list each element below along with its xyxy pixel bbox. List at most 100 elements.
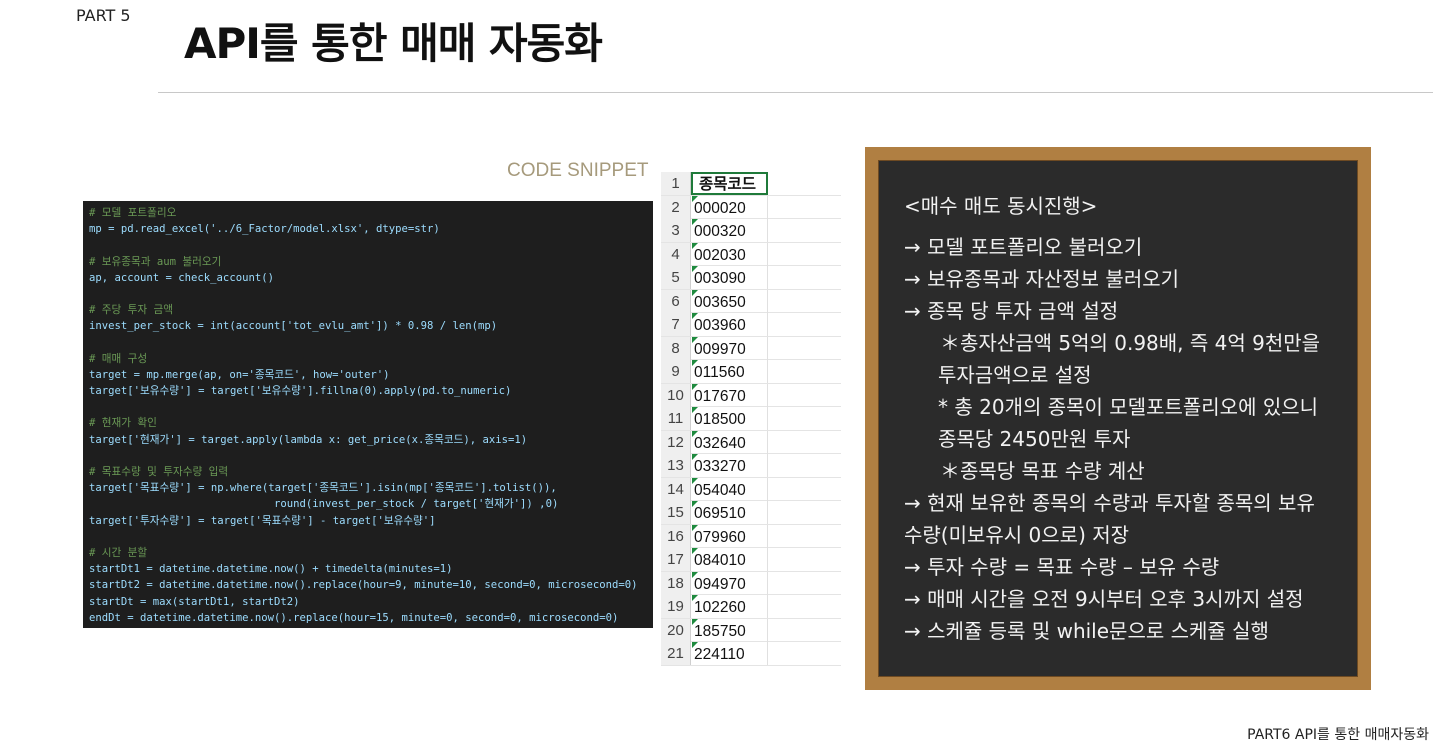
code-panel: # 모델 포트폴리오 mp = pd.read_excel('../6_Facto… bbox=[83, 201, 653, 628]
blackboard-line: → 스케쥴 등록 및 while문으로 스케쥴 실행 bbox=[904, 619, 1269, 643]
blackboard-line: → 현재 보유한 종목의 수량과 투자할 종목의 보유 bbox=[904, 491, 1315, 515]
blackboard: <매수 매도 동시진행> → 모델 포트폴리오 불러오기 → 보유종목과 자산정보 … bbox=[865, 147, 1371, 690]
code-cell[interactable]: 224110 bbox=[691, 642, 768, 665]
table-row: 14 054040 bbox=[661, 477, 841, 501]
code-cell[interactable]: 003090 bbox=[691, 266, 768, 289]
table-row: 7 003960 bbox=[661, 313, 841, 337]
blackboard-line: * 총 20개의 종목이 모델포트폴리오에 있으니 bbox=[938, 395, 1319, 419]
table-row: 1 종목코드 bbox=[661, 172, 841, 196]
text-number-indicator-icon bbox=[692, 242, 698, 249]
code-cell[interactable]: 000020 bbox=[691, 195, 768, 219]
table-row: 9 011560 bbox=[661, 360, 841, 384]
row-number: 3 bbox=[661, 219, 691, 242]
code-cell[interactable]: 069510 bbox=[691, 501, 768, 524]
table-row: 21 224110 bbox=[661, 642, 841, 666]
code-cell[interactable]: 002030 bbox=[691, 242, 768, 266]
code-cell[interactable]: 003650 bbox=[691, 289, 768, 313]
code-comment-line: # 주당 투자 금액 bbox=[89, 304, 173, 317]
table-row: 8 009970 bbox=[661, 336, 841, 360]
code-cell-value: 000020 bbox=[694, 199, 746, 217]
code-cell[interactable]: 018500 bbox=[691, 407, 768, 430]
code-cell[interactable]: 054040 bbox=[691, 477, 768, 501]
text-number-indicator-icon bbox=[692, 477, 698, 484]
row-number: 14 bbox=[661, 477, 691, 501]
code-cell[interactable]: 094970 bbox=[691, 571, 768, 595]
code-cell-value: 011560 bbox=[694, 364, 745, 381]
table-row: 6 003650 bbox=[661, 289, 841, 313]
code-cell[interactable]: 017670 bbox=[691, 383, 768, 407]
table-row: 12 032640 bbox=[661, 430, 841, 454]
part-label: PART 5 bbox=[76, 6, 131, 25]
row-number: 15 bbox=[661, 501, 691, 524]
table-row: 2 000020 bbox=[661, 195, 841, 219]
code-cell[interactable]: 009970 bbox=[691, 336, 768, 360]
row-number: 19 bbox=[661, 595, 691, 618]
title-divider bbox=[158, 92, 1433, 93]
code-cell[interactable]: 084010 bbox=[691, 548, 768, 571]
code-line: target = mp.merge(ap, on='종목코드', how='ou… bbox=[89, 368, 390, 381]
code-comment-line: # 시간 분할 bbox=[89, 546, 148, 559]
text-number-indicator-icon bbox=[692, 360, 698, 366]
blackboard-line: → 종목 당 투자 금액 설정 bbox=[904, 299, 1119, 323]
code-line: startDt = max(startDt1, startDt2) bbox=[89, 595, 300, 608]
row-number: 20 bbox=[661, 618, 691, 642]
code-cell[interactable]: 102260 bbox=[691, 595, 768, 618]
footer-caption: PART6 API를 통한 매매자동화 bbox=[1247, 727, 1429, 743]
code-line: startDt2 = datetime.datetime.now().repla… bbox=[89, 579, 638, 592]
row-number: 6 bbox=[661, 289, 691, 313]
code-snippet-label: CODE SNIPPET bbox=[507, 160, 649, 181]
code-cell[interactable]: 011560 bbox=[691, 360, 768, 383]
code-line: target['목표수량'] = np.where(target['종목코드']… bbox=[89, 482, 557, 495]
code-cell-value: 000320 bbox=[694, 223, 746, 240]
code-comment-line: # 매매 구성 bbox=[89, 352, 148, 365]
row-number: 4 bbox=[661, 242, 691, 266]
code-comment-line: # 현재가 확인 bbox=[89, 417, 157, 430]
blackboard-line: ＊종목당 목표 수량 계산 bbox=[940, 459, 1145, 483]
code-line: target['보유수량'] = target['보유수량'].fillna(0… bbox=[89, 385, 512, 398]
code-cell-value: 032640 bbox=[694, 434, 746, 452]
table-row: 15 069510 bbox=[661, 501, 841, 525]
blackboard-line: 종목당 2450만원 투자 bbox=[938, 427, 1131, 451]
code-cell-value: 003960 bbox=[694, 317, 746, 334]
code-comment-line: # 모델 포트폴리오 bbox=[89, 207, 177, 219]
code-comment-line: # 목표수량 및 투자수량 입력 bbox=[89, 466, 229, 478]
text-number-indicator-icon bbox=[692, 501, 698, 507]
header-cell[interactable]: 종목코드 bbox=[691, 172, 768, 195]
blackboard-line: → 매매 시간을 오전 9시부터 오후 3시까지 설정 bbox=[904, 587, 1304, 611]
code-cell[interactable]: 000320 bbox=[691, 219, 768, 242]
code-cell[interactable]: 003960 bbox=[691, 313, 768, 336]
code-cell[interactable]: 033270 bbox=[691, 454, 768, 477]
table-row: 13 033270 bbox=[661, 454, 841, 478]
text-number-indicator-icon bbox=[692, 407, 698, 413]
code-line: startDt1 = datetime.datetime.now() + tim… bbox=[89, 563, 453, 576]
code-comment-line: # 보유종목과 aum 불러오기 bbox=[89, 255, 222, 268]
text-number-indicator-icon bbox=[692, 313, 698, 319]
code-cell-value: 084010 bbox=[694, 552, 746, 569]
code-cell-value: 003090 bbox=[694, 270, 746, 287]
row-number: 18 bbox=[661, 571, 691, 595]
table-row: 16 079960 bbox=[661, 524, 841, 548]
blackboard-heading: <매수 매도 동시진행> bbox=[904, 194, 1098, 218]
code-cell-value: 079960 bbox=[694, 528, 746, 546]
row-number: 2 bbox=[661, 195, 691, 219]
code-cell[interactable]: 185750 bbox=[691, 618, 768, 642]
code-cell-value: 224110 bbox=[694, 646, 745, 663]
table-row: 5 003090 bbox=[661, 266, 841, 290]
text-number-indicator-icon bbox=[692, 430, 698, 437]
row-number: 13 bbox=[661, 454, 691, 477]
row-number: 11 bbox=[661, 407, 691, 430]
code-cell-value: 033270 bbox=[694, 458, 746, 475]
row-number: 1 bbox=[661, 172, 691, 195]
text-number-indicator-icon bbox=[692, 548, 698, 554]
text-number-indicator-icon bbox=[692, 219, 698, 225]
text-number-indicator-icon bbox=[692, 571, 698, 578]
code-cell[interactable]: 079960 bbox=[691, 524, 768, 548]
table-row: 3 000320 bbox=[661, 219, 841, 243]
code-cell[interactable]: 032640 bbox=[691, 430, 768, 454]
text-number-indicator-icon bbox=[692, 595, 698, 601]
blackboard-line: → 보유종목과 자산정보 불러오기 bbox=[904, 267, 1180, 291]
code-cell-value: 018500 bbox=[694, 411, 746, 428]
